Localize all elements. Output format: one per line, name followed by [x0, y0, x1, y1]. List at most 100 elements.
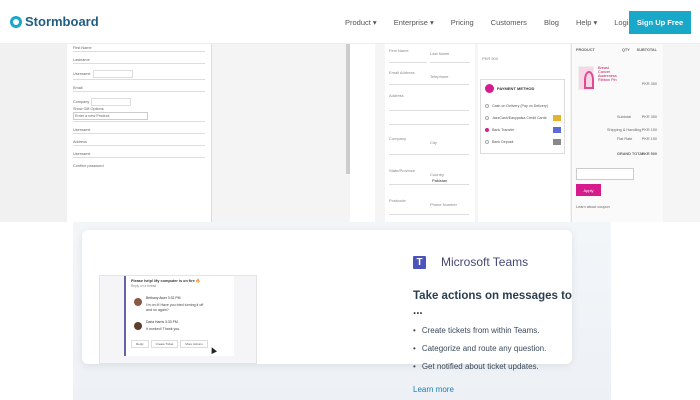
- form-label: Username: [73, 70, 205, 78]
- nav-pricing[interactable]: Pricing: [451, 18, 474, 27]
- field-label: Address: [389, 93, 404, 98]
- field-line: [389, 110, 469, 111]
- form-label: Username: [73, 152, 91, 156]
- field-label: Company: [389, 136, 407, 141]
- learn-coupon-link[interactable]: Learn about coupon: [576, 205, 610, 209]
- scrollbar[interactable]: [346, 44, 350, 174]
- teams-brand: T Microsoft Teams: [413, 252, 528, 272]
- feature-bullet: Categorize and route any question.: [413, 344, 547, 353]
- form-line: [73, 133, 205, 134]
- grand-total-label: GRAND TOTAL: [617, 152, 645, 156]
- form-line: [73, 121, 205, 122]
- microsoft-teams-icon: T: [413, 252, 434, 272]
- field-label: Postcode: [389, 198, 406, 203]
- form-line: [73, 145, 205, 146]
- teams-thread: Please help! My computer is on fire 🔥 Re…: [124, 276, 234, 356]
- field-label: Email Address: [389, 70, 415, 75]
- left-form-screenshot: First Name Lastname Username Email Compa…: [0, 44, 350, 222]
- coupon-input[interactable]: [576, 168, 634, 180]
- payment-method-box: PAYMENT METHOD Cash on Delivery (Pay on …: [480, 79, 565, 154]
- avatar: [134, 322, 142, 330]
- message-author: Daria Harris 3:33 PM: [146, 320, 178, 324]
- learn-more-link[interactable]: Learn more: [413, 385, 454, 394]
- cart-header-qty: QTY: [622, 48, 630, 52]
- payment-step-icon: [485, 84, 494, 93]
- field-line: [389, 124, 469, 125]
- thread-title: Please help! My computer is on fire 🔥: [131, 279, 201, 283]
- payment-option[interactable]: Bank Transfer: [485, 128, 514, 133]
- summary-value: PKR 150: [641, 137, 657, 141]
- form-label: Confirm password: [73, 164, 104, 168]
- teams-chat-screenshot: Please help! My computer is on fire 🔥 Re…: [99, 275, 257, 364]
- payment-option[interactable]: JazzCash/Easypaisa Credit Cards: [485, 116, 547, 121]
- create-ticket-button[interactable]: Create Ticket: [150, 340, 179, 348]
- field-label: State/Province: [389, 168, 416, 173]
- order-summary: PRODUCT QTY SUBTOTAL Breast Cancer Aware…: [571, 44, 663, 222]
- field-label: First Name: [389, 48, 409, 53]
- order-note: PKR 500: [482, 56, 499, 61]
- field-label: Last Name: [430, 51, 450, 56]
- field-line: [430, 62, 470, 63]
- left-form-panel: First Name Lastname Username Email Compa…: [67, 44, 212, 222]
- payment-column: PKR 500 PAYMENT METHOD Cash on Delivery …: [478, 44, 570, 222]
- message-text: I'm on it! Have you tried turning it off…: [146, 303, 204, 312]
- cart-header-subtotal: SUBTOTAL: [636, 48, 657, 52]
- form-select: Enter a new Product: [73, 112, 148, 120]
- nav-customers[interactable]: Customers: [491, 18, 527, 27]
- country-value[interactable]: Pakistan: [432, 178, 447, 183]
- form-label: First Name: [73, 46, 92, 50]
- message-author: Bethany Awer 3:32 PM: [146, 296, 181, 300]
- radio-icon: [485, 116, 489, 121]
- field-line: [389, 84, 469, 85]
- form-label: Email: [73, 86, 83, 90]
- form-label: Username: [73, 128, 91, 132]
- stormboard-logo-icon: [10, 15, 22, 28]
- feature-bullet: Get notified about ticket updates.: [413, 362, 539, 371]
- form-line: [73, 51, 205, 52]
- payment-option[interactable]: Bank Deposit: [485, 140, 513, 145]
- top-navbar: Stormboard Product ▾ Enterprise ▾ Pricin…: [0, 0, 700, 44]
- field-line: [389, 214, 469, 215]
- bank-icon: [553, 139, 561, 145]
- summary-label: Flat Rate: [617, 137, 633, 141]
- radio-icon: [485, 128, 489, 133]
- message-text: It worked! Thank you.: [146, 327, 181, 331]
- apply-coupon-button[interactable]: Apply: [576, 184, 601, 196]
- field-label: Telephone: [430, 74, 449, 79]
- nav-blog[interactable]: Blog: [544, 18, 559, 27]
- summary-value: PKR 350: [641, 115, 657, 119]
- form-label: Address: [73, 140, 87, 144]
- stormboard-logo[interactable]: Stormboard: [10, 14, 99, 29]
- card-icon: [553, 115, 561, 121]
- address-form: First Name Last Name Email Address Telep…: [385, 44, 475, 222]
- nav-links: Product ▾ Enterprise ▾ Pricing Customers…: [345, 18, 659, 27]
- payment-option[interactable]: Cash on Delivery (Pay on Delivery): [485, 104, 548, 109]
- nav-help[interactable]: Help ▾: [576, 18, 597, 27]
- grand-total-value: PKR 500: [641, 152, 657, 156]
- nav-enterprise[interactable]: Enterprise ▾: [394, 18, 434, 27]
- summary-value: PKR 150: [641, 128, 657, 132]
- left-form-blank: [212, 44, 350, 222]
- summary-label: Subtotal: [617, 115, 631, 119]
- signup-button[interactable]: Sign Up Free: [629, 11, 691, 34]
- field-line: [389, 184, 469, 185]
- form-line: [73, 157, 205, 158]
- product-image: [578, 66, 594, 90]
- product-price: PKR 350: [641, 82, 657, 86]
- product-name[interactable]: Breast Cancer Awareness Ribbon Pin: [598, 66, 618, 82]
- form-line: [73, 63, 205, 64]
- summary-label: Shipping & Handling: [607, 128, 642, 132]
- more-actions-button[interactable]: More Actions: [180, 340, 208, 348]
- feature-bullet: Create tickets from within Teams.: [413, 326, 540, 335]
- field-label: Phone Number: [430, 202, 457, 207]
- payment-title: PAYMENT METHOD: [497, 86, 535, 91]
- teams-heading: Take actions on messages to ...: [413, 290, 572, 317]
- checkout-screenshot: First Name Last Name Email Address Telep…: [375, 44, 700, 222]
- nav-product[interactable]: Product ▾: [345, 18, 377, 27]
- avatar: [134, 298, 142, 306]
- reply-button[interactable]: Reply: [131, 340, 149, 348]
- form-line: [73, 91, 205, 92]
- form-line: [73, 79, 205, 80]
- field-line: [389, 154, 469, 155]
- teams-brand-name: Microsoft Teams: [441, 255, 529, 269]
